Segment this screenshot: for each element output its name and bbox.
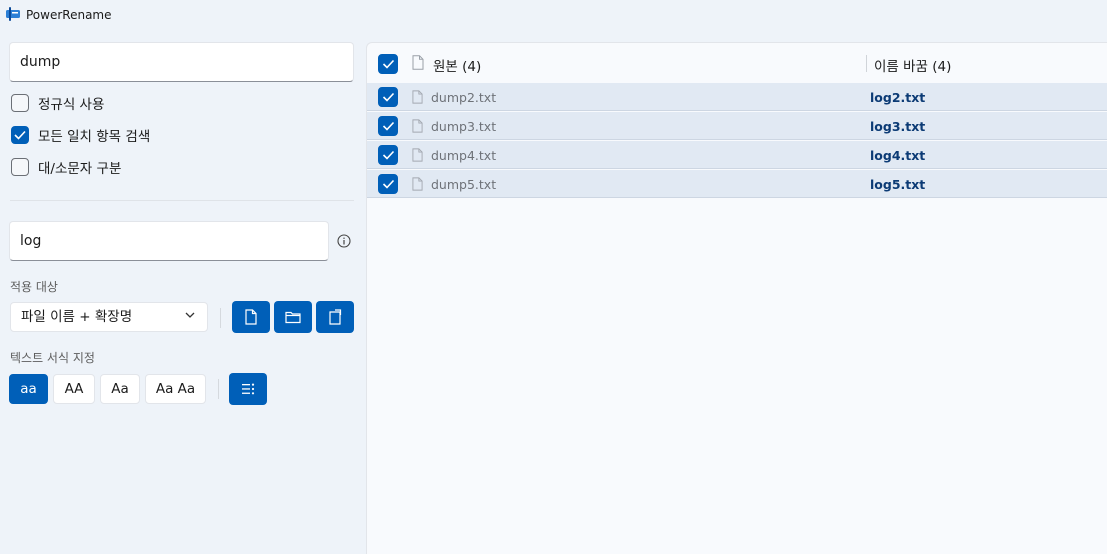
row-checkbox[interactable] (378, 174, 398, 194)
info-icon[interactable] (337, 234, 351, 248)
text-format-label: 텍스트 서식 지정 (10, 351, 95, 365)
list-header: 원본 (4) 이름 바꿈 (4) (367, 43, 1107, 83)
folder-icon (285, 311, 301, 324)
apply-to-selected: 파일 이름 + 확장명 (21, 309, 133, 325)
checkmark-icon (382, 92, 394, 102)
table-row[interactable]: dump5.txt log5.txt (367, 170, 1107, 198)
file-icon (245, 309, 257, 325)
regex-option[interactable]: 정규식 사용 (11, 92, 104, 114)
renamed-filename: log4.txt (870, 148, 926, 163)
original-filename: dump3.txt (431, 119, 497, 134)
title-bar: PowerRename (0, 0, 1107, 30)
case-sensitive-option[interactable]: 대/소문자 구분 (11, 156, 121, 178)
case-sensitive-label: 대/소문자 구분 (38, 161, 122, 177)
chevron-down-icon (185, 312, 195, 318)
apply-to-dropdown[interactable]: 파일 이름 + 확장명 (10, 302, 208, 332)
uppercase-button[interactable]: AA (53, 374, 95, 404)
search-input[interactable]: dump (9, 42, 354, 82)
lowercase-button[interactable]: aa (9, 374, 48, 404)
replace-input[interactable]: log (9, 221, 329, 261)
row-checkbox[interactable] (378, 116, 398, 136)
renamed-column-header: 이름 바꿈 (4) (874, 59, 952, 75)
file-icon (412, 90, 423, 104)
file-icon (412, 55, 424, 70)
checkmark-icon (382, 121, 394, 131)
include-folders-button[interactable] (274, 301, 312, 333)
capitalize-each-word-button[interactable]: Aa Aa (145, 374, 206, 404)
separator (220, 308, 221, 328)
checkmark-icon (382, 179, 394, 189)
subfolder-icon (329, 309, 342, 325)
row-checkbox[interactable] (378, 145, 398, 165)
window-title: PowerRename (26, 8, 112, 22)
select-all-checkbox[interactable] (378, 54, 398, 74)
checkmark-icon (382, 150, 394, 160)
checkmark-icon (14, 130, 26, 140)
powerrename-app-icon (6, 7, 20, 21)
match-all-checkbox[interactable] (11, 126, 29, 144)
file-icon (412, 148, 423, 162)
table-row[interactable]: dump2.txt log2.txt (367, 83, 1107, 111)
table-row[interactable]: dump3.txt log3.txt (367, 112, 1107, 140)
separator (218, 379, 219, 399)
include-files-button[interactable] (232, 301, 270, 333)
regex-label: 정규식 사용 (38, 97, 105, 113)
original-filename: dump5.txt (431, 177, 497, 192)
regex-checkbox[interactable] (11, 94, 29, 112)
original-filename: dump2.txt (431, 90, 497, 105)
original-filename: dump4.txt (431, 148, 497, 163)
file-list-panel: 원본 (4) 이름 바꿈 (4) dump2.txt log2.txt dump… (366, 42, 1107, 554)
renamed-filename: log3.txt (870, 119, 926, 134)
options-panel: dump 정규식 사용 모든 일치 항목 검색 대/소문자 구분 log 적용 … (0, 30, 366, 554)
renamed-filename: log2.txt (870, 90, 926, 105)
enumerate-items-button[interactable] (229, 373, 267, 405)
row-checkbox[interactable] (378, 87, 398, 107)
include-subfolders-button[interactable] (316, 301, 354, 333)
column-separator[interactable] (866, 55, 867, 72)
list-numbered-icon (242, 383, 255, 395)
titlecase-button[interactable]: Aa (100, 374, 140, 404)
checkmark-icon (382, 59, 394, 69)
renamed-filename: log5.txt (870, 177, 926, 192)
divider (10, 200, 354, 201)
table-row[interactable]: dump4.txt log4.txt (367, 141, 1107, 169)
apply-to-label: 적용 대상 (10, 280, 58, 294)
match-all-option[interactable]: 모든 일치 항목 검색 (11, 124, 150, 146)
original-column-header: 원본 (4) (433, 59, 482, 75)
case-sensitive-checkbox[interactable] (11, 158, 29, 176)
file-icon (412, 177, 423, 191)
file-icon (412, 119, 423, 133)
match-all-label: 모든 일치 항목 검색 (38, 129, 151, 145)
